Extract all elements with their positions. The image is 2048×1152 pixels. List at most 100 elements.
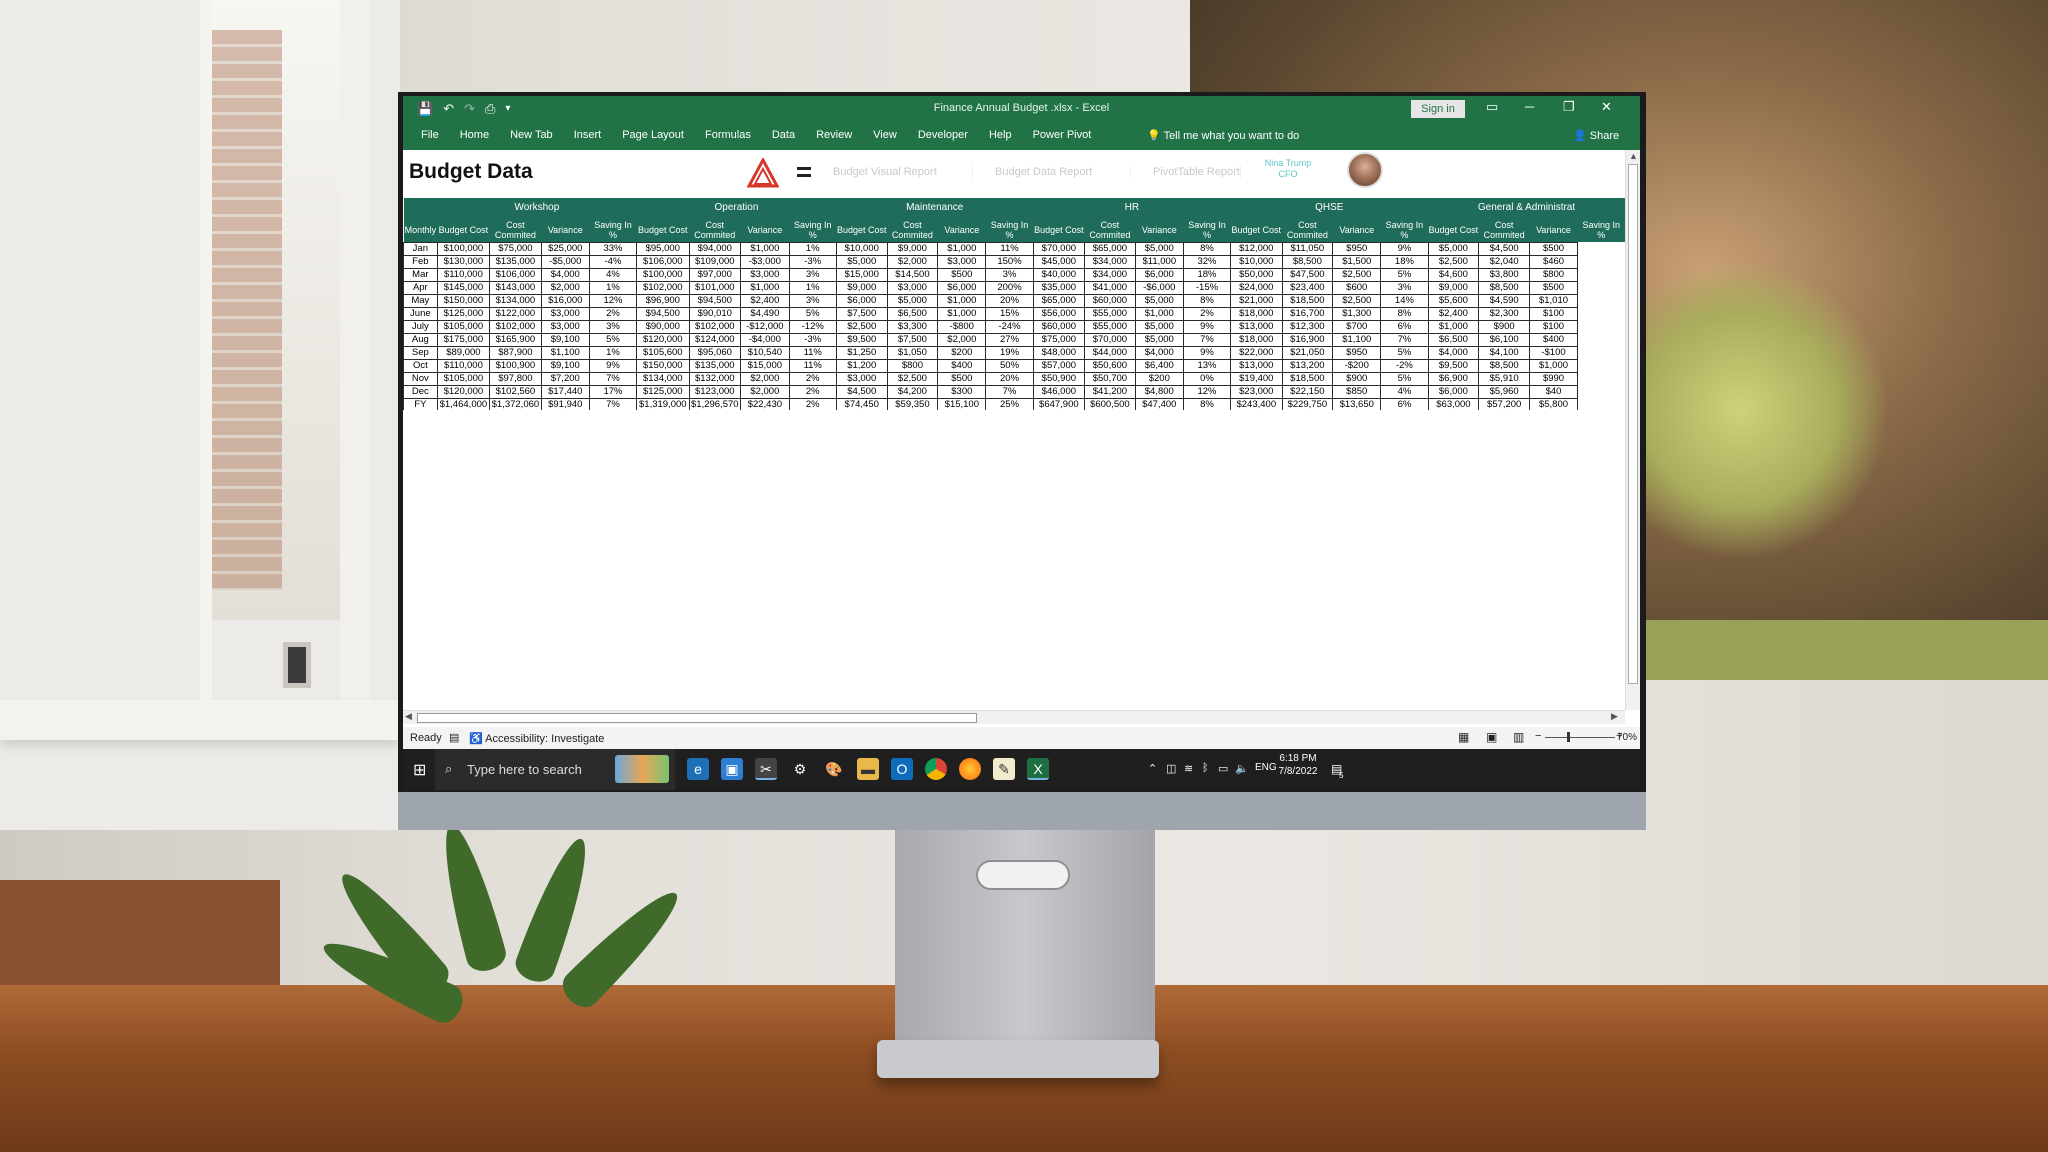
table-cell[interactable]: $22,430 (740, 397, 790, 410)
table-cell[interactable]: 3% (985, 267, 1034, 282)
table-cell[interactable]: $5,600 (1427, 293, 1480, 308)
table-cell[interactable]: $800 (886, 358, 939, 373)
table-cell[interactable]: $135,000 (489, 254, 542, 269)
table-cell[interactable]: $1,464,000 (436, 397, 491, 410)
scroll-right-icon[interactable]: ▶ (1611, 711, 1618, 722)
table-cell[interactable]: $145,000 (436, 280, 491, 295)
table-cell[interactable]: $120,000 (436, 384, 491, 399)
table-cell[interactable]: $1,010 (1528, 293, 1579, 308)
table-cell[interactable]: $4,000 (1427, 345, 1480, 360)
zoom-out-icon[interactable]: − (1535, 730, 1541, 742)
table-cell[interactable]: $5,000 (886, 293, 939, 308)
table-cell[interactable]: $229,750 (1281, 397, 1334, 410)
table-cell[interactable]: $1,050 (886, 345, 939, 360)
firefox-icon[interactable] (959, 758, 981, 780)
table-cell[interactable]: $2,000 (937, 332, 987, 347)
table-cell[interactable]: $65,000 (1032, 293, 1086, 308)
table-cell[interactable]: $46,000 (1032, 384, 1086, 399)
table-cell[interactable]: $1,100 (1332, 332, 1382, 347)
table-cell[interactable]: $243,400 (1230, 397, 1283, 410)
table-cell[interactable]: 200% (985, 280, 1034, 295)
table-cell[interactable]: $4,200 (886, 384, 939, 399)
table-cell[interactable]: 1% (588, 345, 638, 360)
column-header[interactable]: Budget Cost (437, 218, 490, 242)
table-cell[interactable]: 9% (1380, 241, 1429, 256)
table-cell[interactable]: $5,000 (1134, 241, 1184, 256)
table-cell[interactable]: $21,050 (1281, 345, 1334, 360)
table-cell[interactable]: 8% (1182, 293, 1232, 308)
table-cell[interactable]: $60,000 (1084, 293, 1136, 308)
column-header[interactable]: Budget Cost (1033, 218, 1085, 242)
table-cell[interactable]: 7% (1380, 332, 1429, 347)
table-cell[interactable]: 25% (985, 397, 1034, 410)
table-cell[interactable]: 17% (588, 384, 638, 399)
table-cell[interactable]: 27% (985, 332, 1034, 347)
table-cell[interactable]: $2,500 (835, 319, 888, 334)
table-cell[interactable]: $500 (937, 371, 987, 386)
table-cell[interactable]: $14,500 (886, 267, 939, 282)
table-cell[interactable]: $5,800 (1528, 397, 1579, 410)
table-cell[interactable]: $47,400 (1134, 397, 1184, 410)
table-cell[interactable]: 2% (788, 397, 837, 410)
table-cell[interactable]: $6,900 (1427, 371, 1480, 386)
table-cell[interactable]: 7% (1182, 332, 1232, 347)
column-header[interactable]: Saving In % (589, 218, 637, 242)
table-cell[interactable]: $800 (1528, 267, 1579, 282)
table-cell[interactable]: $600,500 (1084, 397, 1136, 410)
table-cell[interactable]: 5% (1380, 267, 1429, 282)
network-icon[interactable]: ◫ (1166, 762, 1176, 775)
column-header[interactable]: Saving In % (985, 218, 1034, 242)
table-cell[interactable]: $55,000 (1084, 306, 1136, 321)
table-cell[interactable]: $125,000 (636, 384, 690, 399)
table-cell[interactable]: $41,000 (1084, 280, 1136, 295)
table-cell[interactable]: $18,500 (1281, 371, 1334, 386)
clock[interactable]: 6:18 PM 7/8/2022 (1273, 752, 1323, 778)
table-cell[interactable]: $647,900 (1032, 397, 1086, 410)
table-cell[interactable]: -3% (788, 332, 837, 347)
table-cell[interactable]: $123,000 (688, 384, 742, 399)
table-cell[interactable]: $7,500 (835, 306, 888, 321)
table-cell[interactable]: -12% (788, 319, 837, 334)
ribbon-tab-developer[interactable]: Developer (918, 129, 968, 141)
table-cell[interactable]: 5% (1380, 371, 1429, 386)
table-cell[interactable]: 1% (788, 280, 837, 295)
table-cell[interactable]: 14% (1380, 293, 1429, 308)
table-cell[interactable]: 12% (588, 293, 638, 308)
table-cell[interactable]: 4% (588, 267, 638, 282)
table-cell[interactable]: $18,000 (1230, 332, 1283, 347)
table-cell[interactable]: $100 (1528, 319, 1579, 334)
table-cell[interactable]: $97,800 (489, 371, 542, 386)
table-cell[interactable]: $70,000 (1032, 241, 1086, 256)
table-cell[interactable]: $1,000 (937, 306, 987, 321)
table-cell[interactable]: $7,200 (540, 371, 590, 386)
ribbon-tab-view[interactable]: View (873, 129, 897, 141)
table-cell[interactable]: $3,000 (740, 267, 790, 282)
table-cell[interactable]: $102,000 (636, 280, 690, 295)
scroll-up-icon[interactable]: ▲ (1629, 151, 1638, 161)
table-cell[interactable]: $500 (1528, 241, 1579, 256)
minimize-icon[interactable]: ─ (1525, 99, 1534, 114)
table-cell[interactable]: -4% (588, 254, 638, 269)
table-cell[interactable]: $50,700 (1084, 371, 1136, 386)
table-cell[interactable]: 11% (788, 345, 837, 360)
table-cell[interactable]: $1,000 (937, 241, 987, 256)
column-header[interactable]: Budget Cost (836, 218, 888, 242)
table-cell[interactable]: $10,540 (740, 345, 790, 360)
table-cell[interactable]: $165,900 (489, 332, 542, 347)
table-cell[interactable]: $13,000 (1230, 358, 1283, 373)
show-hidden-icons-icon[interactable]: ⌃ (1148, 762, 1157, 775)
table-cell[interactable]: $13,200 (1281, 358, 1334, 373)
settings-gear-icon[interactable]: ⚙ (789, 758, 811, 780)
edge-icon[interactable]: e (687, 758, 709, 780)
page-layout-view-icon[interactable]: ▣ (1486, 730, 1497, 744)
table-cell[interactable]: $8,500 (1478, 358, 1530, 373)
table-cell[interactable]: 3% (1380, 280, 1429, 295)
table-cell[interactable]: $1,500 (1332, 254, 1382, 269)
table-cell[interactable]: $175,000 (436, 332, 491, 347)
scroll-left-icon[interactable]: ◀ (405, 711, 412, 722)
group-header[interactable]: Maintenance (836, 198, 1034, 218)
chrome-icon[interactable] (925, 758, 947, 780)
table-cell[interactable]: $6,000 (937, 280, 987, 295)
column-header[interactable]: Cost Commited (689, 218, 741, 242)
table-cell[interactable]: $102,560 (489, 384, 542, 399)
